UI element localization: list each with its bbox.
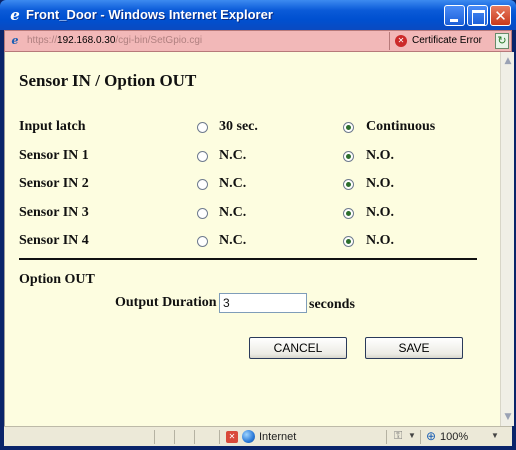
url-host: 192.168.0.30 — [57, 35, 116, 46]
status-separator — [386, 430, 387, 444]
zoom-icon[interactable]: ⊕ — [426, 429, 436, 443]
status-separator — [154, 430, 155, 444]
row-label-sensor-in-3: Sensor IN 3 — [19, 205, 89, 220]
maximize-button[interactable] — [467, 5, 488, 26]
sensor-in-2-no-radio[interactable] — [343, 179, 354, 190]
sensor-in-4-nc-label[interactable]: N.C. — [219, 233, 246, 249]
minimize-button[interactable] — [444, 5, 465, 26]
sensor-in-1-no-label[interactable]: N.O. — [366, 148, 394, 164]
sensor-in-4-nc-radio[interactable] — [197, 236, 208, 247]
sensor-in-4-no-radio[interactable] — [343, 236, 354, 247]
sensor-in-1-nc-label[interactable]: N.C. — [219, 148, 246, 164]
sensor-in-4-no-label[interactable]: N.O. — [366, 233, 394, 249]
scroll-up-icon[interactable]: ▲ — [501, 53, 515, 69]
sensor-in-1-no-radio[interactable] — [343, 151, 354, 162]
input-latch-30sec-radio[interactable] — [197, 122, 208, 133]
sensor-in-3-nc-label[interactable]: N.C. — [219, 205, 246, 221]
row-label-input-latch: Input latch — [19, 119, 86, 134]
zoom-level[interactable]: 100% — [440, 431, 468, 443]
window-title: Front_Door - Windows Internet Explorer — [26, 7, 273, 22]
input-latch-continuous-label[interactable]: Continuous — [366, 119, 435, 135]
row-label-sensor-in-2: Sensor IN 2 — [19, 176, 89, 191]
certificate-error-button[interactable]: ✕ Certificate Error — [389, 32, 493, 50]
cancel-button[interactable]: CANCEL — [249, 337, 347, 359]
vertical-scrollbar[interactable]: ▲ ▼ — [500, 52, 514, 426]
sensor-in-1-nc-radio[interactable] — [197, 151, 208, 162]
protected-mode-icon[interactable]: ✕ — [226, 431, 238, 443]
url-scheme: https:// — [27, 35, 58, 46]
refresh-icon[interactable]: ↻ — [495, 33, 509, 49]
output-duration-unit: seconds — [309, 297, 355, 312]
section-divider — [19, 258, 477, 260]
row-label-sensor-in-1: Sensor IN 1 — [19, 148, 89, 163]
scroll-down-icon[interactable]: ▼ — [501, 409, 515, 425]
security-lock-icon[interactable]: ⚿ — [394, 430, 402, 443]
ie-logo-icon: e — [10, 6, 20, 24]
sensor-in-2-no-label[interactable]: N.O. — [366, 176, 394, 192]
sensor-in-2-nc-radio[interactable] — [197, 179, 208, 190]
output-duration-input[interactable]: 3 — [219, 293, 307, 313]
status-separator — [194, 430, 195, 444]
input-latch-30sec-label[interactable]: 30 sec. — [219, 119, 258, 135]
status-bar: ✕ Internet ⚿ ▼ ⊕ 100% ▼ — [4, 426, 512, 446]
status-separator — [174, 430, 175, 444]
close-button[interactable]: ✕ — [490, 5, 511, 26]
status-separator — [420, 430, 421, 444]
certificate-error-label: Certificate Error — [412, 35, 483, 46]
address-bar[interactable]: e https://192.168.0.30/cgi-bin/SetGpio.c… — [4, 30, 512, 52]
row-label-sensor-in-4: Sensor IN 4 — [19, 233, 89, 248]
ie-page-icon: e — [11, 34, 19, 47]
address-url[interactable]: https://192.168.0.30/cgi-bin/SetGpio.cgi — [27, 35, 202, 46]
security-zone-label[interactable]: Internet — [259, 431, 296, 443]
input-latch-continuous-radio[interactable] — [343, 122, 354, 133]
sensor-in-3-no-label[interactable]: N.O. — [366, 205, 394, 221]
zoom-dropdown-icon[interactable]: ▼ — [491, 431, 499, 440]
internet-globe-icon — [242, 430, 255, 443]
sensor-in-3-nc-radio[interactable] — [197, 208, 208, 219]
save-button[interactable]: SAVE — [365, 337, 463, 359]
output-duration-label: Output Duration — [115, 295, 217, 310]
page-content: Sensor IN / Option OUT Input latch 30 se… — [4, 52, 500, 426]
option-out-title: Option OUT — [19, 272, 95, 287]
certificate-error-icon: ✕ — [395, 35, 407, 47]
url-path: /cgi-bin/SetGpio.cgi — [115, 35, 203, 46]
status-separator — [219, 430, 220, 444]
title-bar[interactable]: e Front_Door - Windows Internet Explorer… — [0, 0, 516, 30]
chevron-down-icon[interactable]: ▼ — [408, 431, 416, 440]
sensor-in-2-nc-label[interactable]: N.C. — [219, 176, 246, 192]
page-title: Sensor IN / Option OUT — [19, 71, 197, 90]
sensor-in-3-no-radio[interactable] — [343, 208, 354, 219]
browser-window: e Front_Door - Windows Internet Explorer… — [0, 0, 516, 450]
close-icon: ✕ — [494, 7, 507, 25]
